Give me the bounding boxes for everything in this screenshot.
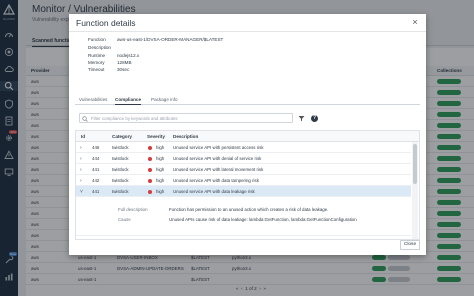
expanded-row-details: Full description Function has permission…	[76, 197, 411, 236]
category-cell: twistlock	[112, 145, 129, 150]
severity-cell: high	[156, 167, 165, 172]
compliance-row[interactable]: › 442 twistlock high Unused service API with…	[76, 175, 411, 186]
id-cell: 442	[92, 178, 100, 183]
id-cell: 446	[92, 145, 100, 150]
detail-value-memory: 128MB	[117, 60, 132, 65]
chevron-down-icon[interactable]: ˅	[80, 189, 83, 195]
description-cell: Unused service API with persistent acces…	[173, 145, 264, 150]
id-cell: 444	[92, 156, 100, 161]
severity-high-icon	[148, 156, 152, 161]
detail-key: Memory	[88, 60, 105, 65]
detail-key: Description	[88, 45, 111, 50]
severity-cell: high	[156, 239, 164, 240]
chevron-right-icon[interactable]: ›	[80, 178, 82, 184]
id-cell: 441	[92, 167, 100, 172]
compliance-row[interactable]: › 441 twistlock high Unused service API with…	[76, 164, 411, 175]
modal-tabs: Vulnerabilities Compliance Package info	[75, 94, 420, 105]
chevron-right-icon[interactable]: ›	[80, 156, 82, 162]
description-cell: Unused service API with data leakage ris…	[173, 189, 255, 194]
description-cell: Unused service API with denial of servic…	[173, 156, 262, 161]
category-cell: twistlock	[112, 189, 129, 194]
help-icon[interactable]: ?	[311, 115, 318, 122]
compliance-row[interactable]: › 444 twistlock high Unused service API with…	[76, 153, 411, 164]
col-severity[interactable]: Severity	[147, 134, 165, 139]
detail-value-function: aws-us-east-1/DVSA-ORDER-MANAGER/$LATEST	[117, 37, 224, 42]
compliance-row[interactable]: ˅ 441 twistlock high Unused service API with…	[76, 186, 411, 197]
tab-package-info[interactable]: Package info	[151, 97, 178, 102]
detail-value-runtime: nodejs12.x	[117, 53, 140, 58]
filter-icon[interactable]	[298, 115, 305, 122]
compliance-table: Id Category Severity Description › 446 twi…	[75, 130, 420, 240]
id-cell: 441	[92, 189, 100, 194]
category-cell: twistlock	[112, 167, 129, 172]
detail-key: Timeout	[88, 67, 105, 72]
id-cell: 437	[92, 239, 99, 240]
detail-key: Function	[88, 37, 106, 42]
compliance-row[interactable]: › 446 twistlock high Unused service API with…	[76, 142, 411, 153]
severity-high-icon	[148, 189, 152, 194]
modal-header: Function details ×	[69, 14, 426, 32]
scrollbar-thumb[interactable]	[413, 144, 417, 184]
chevron-right-icon[interactable]: ›	[80, 145, 82, 151]
description-cell: Overly permissive service access	[173, 239, 238, 240]
compliance-filter-input[interactable]: Filter compliance by keywords and attrib…	[79, 113, 293, 123]
category-cell: twistlock	[112, 156, 129, 161]
severity-cell: high	[156, 178, 165, 183]
compliance-row[interactable]: › 437 twistlock high Overly permissive servi…	[76, 236, 411, 240]
chevron-right-icon[interactable]: ›	[80, 167, 82, 173]
full-description-label: Full description	[118, 207, 148, 212]
col-id[interactable]: Id	[81, 134, 85, 139]
tab-compliance[interactable]: Compliance	[115, 97, 142, 105]
severity-cell: high	[156, 156, 165, 161]
tab-vulnerabilities[interactable]: Vulnerabilities	[79, 97, 107, 102]
severity-high-icon	[148, 178, 152, 183]
severity-cell: high	[156, 189, 165, 194]
close-icon[interactable]: ×	[410, 17, 420, 27]
severity-high-icon	[148, 167, 152, 172]
close-button[interactable]: Close	[400, 240, 420, 250]
description-cell: Unused service API with data tampering r…	[173, 178, 259, 183]
compliance-table-header: Id Category Severity Description	[76, 131, 419, 142]
table-scrollbar[interactable]	[412, 142, 418, 239]
chevron-right-icon[interactable]: ›	[80, 239, 82, 240]
modal-title: Function details	[76, 18, 136, 28]
full-description-value: Function has permission to an unused act…	[169, 207, 329, 212]
category-cell: twistlock	[112, 178, 129, 183]
severity-cell: high	[156, 145, 165, 150]
col-category[interactable]: Category	[112, 134, 132, 139]
filter-placeholder: Filter compliance by keywords and attrib…	[91, 116, 178, 122]
cause-label: Cause	[118, 217, 131, 222]
search-icon	[82, 115, 88, 122]
detail-key: Runtime	[88, 53, 106, 58]
function-details-modal: Function details × Function aws-us-east-…	[69, 14, 426, 255]
severity-high-icon	[148, 145, 152, 150]
cause-value: Unused APIs cause risk of data leakage: …	[169, 217, 357, 222]
detail-value-timeout: 30sec	[117, 67, 130, 72]
category-cell: twistlock	[112, 239, 129, 240]
description-cell: Unused service API with lateral movement…	[173, 167, 264, 172]
col-description[interactable]: Description	[173, 134, 198, 139]
